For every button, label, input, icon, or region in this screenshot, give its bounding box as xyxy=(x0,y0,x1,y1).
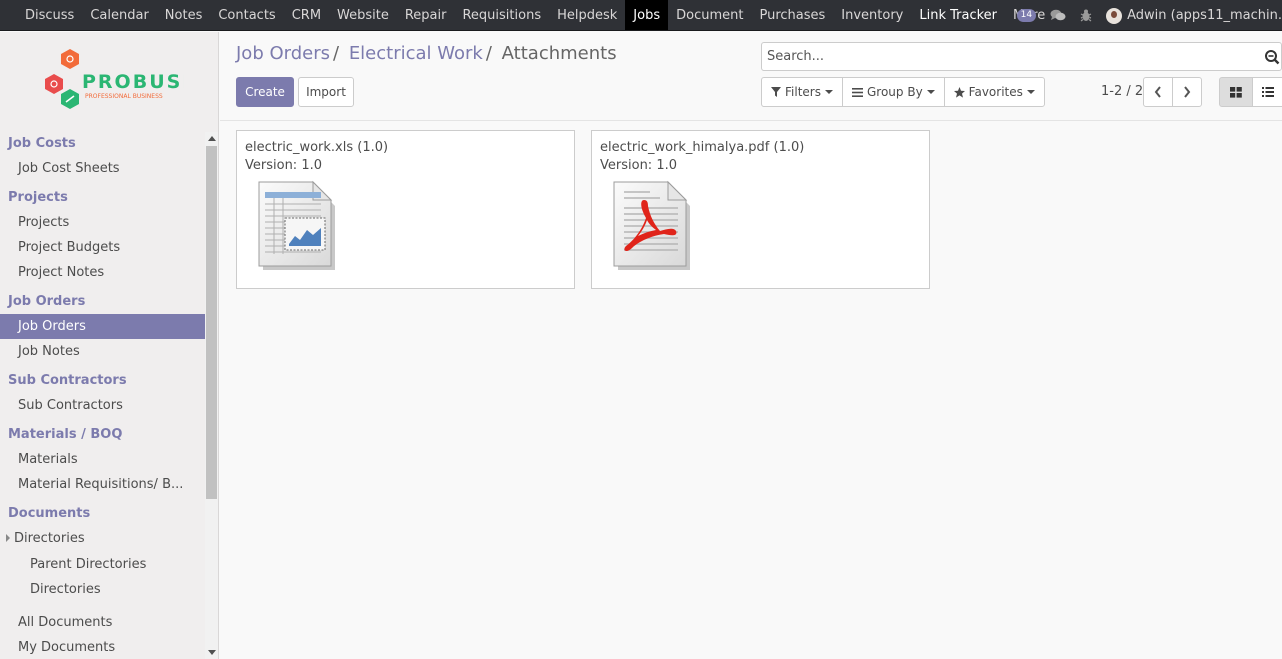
expand-arrow-icon[interactable] xyxy=(6,533,10,542)
filters-button[interactable]: Filters xyxy=(761,77,843,107)
pager-previous-button[interactable] xyxy=(1143,77,1173,107)
sidebar-scrollbar[interactable] xyxy=(205,132,218,659)
create-button[interactable]: Create xyxy=(236,77,294,107)
attachment-version: Version: 1.0 xyxy=(245,158,322,173)
kanban-view-button[interactable] xyxy=(1219,77,1253,107)
section-materials-boq: Materials / BOQ xyxy=(8,427,123,442)
sidebar-item-job-cost-sheets[interactable]: Job Cost Sheets xyxy=(0,156,205,181)
breadcrumb-separator: / xyxy=(333,43,340,64)
company-logo: PROBUSE PROFESSIONAL BUSINESS xyxy=(44,47,195,119)
top-navbar: Discuss Calendar Notes Contacts CRM Webs… xyxy=(0,0,1282,31)
breadcrumb: Job Orders / Electrical Work / Attachments xyxy=(236,43,617,64)
search-box xyxy=(761,42,1282,71)
kanban-icon xyxy=(1230,86,1242,98)
user-name: Adwin (apps11_machin. xyxy=(1127,8,1282,23)
menu-notes[interactable]: Notes xyxy=(157,0,211,30)
filter-icon xyxy=(771,87,781,97)
caret-down-icon xyxy=(824,90,833,94)
group-by-button[interactable]: Group By xyxy=(841,77,945,107)
scroll-up-icon[interactable] xyxy=(208,136,216,141)
search-icon[interactable] xyxy=(1264,49,1280,69)
list-icon xyxy=(1261,87,1274,97)
content-divider xyxy=(220,120,1282,121)
menu-repair[interactable]: Repair xyxy=(397,0,455,30)
filters-label: Filters xyxy=(785,85,821,99)
menu-document[interactable]: Document xyxy=(668,0,751,30)
favorites-label: Favorites xyxy=(968,85,1023,99)
chevron-right-icon xyxy=(1184,86,1191,98)
svg-text:PROFESSIONAL BUSINESS: PROFESSIONAL BUSINESS xyxy=(85,93,163,100)
import-button[interactable]: Import xyxy=(298,77,354,107)
menu-inventory[interactable]: Inventory xyxy=(833,0,911,30)
group-by-label: Group By xyxy=(866,85,923,99)
user-menu[interactable]: Adwin (apps11_machin. xyxy=(1106,7,1282,24)
menu-requisitions[interactable]: Requisitions xyxy=(454,0,549,30)
avatar xyxy=(1106,7,1123,24)
sidebar-item-projects[interactable]: Projects xyxy=(0,210,205,235)
scroll-thumb[interactable] xyxy=(206,146,217,499)
search-input[interactable] xyxy=(762,43,1242,70)
breadcrumb-job-orders[interactable]: Job Orders xyxy=(236,43,330,64)
attachment-card[interactable]: electric_work_himalya.pdf (1.0) Version:… xyxy=(591,130,930,289)
section-job-costs: Job Costs xyxy=(8,136,76,151)
sidebar: PROBUSE PROFESSIONAL BUSINESS Job Costs … xyxy=(0,32,219,659)
sidebar-menu: Job Costs Job Cost Sheets Projects Proje… xyxy=(0,132,205,659)
section-documents: Documents xyxy=(8,506,91,521)
svg-text:PROBUSE: PROBUSE xyxy=(82,71,184,93)
activity-menu[interactable]: 14 xyxy=(1016,9,1037,22)
chat-icon[interactable] xyxy=(1050,9,1066,22)
systray: 14 Adwin (apps11_machin. xyxy=(1016,0,1282,31)
menu-discuss[interactable]: Discuss xyxy=(17,0,82,30)
menu-link-tracker[interactable]: Link Tracker xyxy=(911,0,1005,30)
app-menu: Discuss Calendar Notes Contacts CRM Webs… xyxy=(0,0,1067,30)
attachment-name: electric_work.xls (1.0) xyxy=(245,140,389,155)
bars-icon xyxy=(851,87,863,97)
pager-value[interactable]: 1-2 / 2 xyxy=(1101,84,1143,99)
menu-crm[interactable]: CRM xyxy=(284,0,329,30)
attachment-card[interactable]: electric_work.xls (1.0) Version: 1.0 xyxy=(236,130,575,289)
attachment-version: Version: 1.0 xyxy=(600,158,677,173)
breadcrumb-attachments: Attachments xyxy=(501,43,617,64)
sidebar-item-label: Directories xyxy=(14,531,85,546)
sidebar-item-job-orders[interactable]: Job Orders xyxy=(0,314,205,339)
sidebar-item-directories[interactable]: Directories xyxy=(0,577,205,602)
chevron-left-icon xyxy=(1154,86,1161,98)
breadcrumb-separator: / xyxy=(485,43,492,64)
menu-helpdesk[interactable]: Helpdesk xyxy=(549,0,625,30)
section-job-orders: Job Orders xyxy=(8,294,86,309)
scroll-down-icon[interactable] xyxy=(208,650,216,655)
menu-purchases[interactable]: Purchases xyxy=(751,0,833,30)
sidebar-item-job-notes[interactable]: Job Notes xyxy=(0,339,205,364)
menu-jobs[interactable]: Jobs xyxy=(625,0,669,30)
search-options: Filters Group By Favorites xyxy=(761,77,1045,107)
message-count-badge: 14 xyxy=(1016,9,1037,22)
sidebar-item-all-documents[interactable]: All Documents xyxy=(0,610,205,635)
spreadsheet-file-icon xyxy=(255,178,337,276)
section-projects: Projects xyxy=(8,190,68,205)
caret-down-icon xyxy=(1026,90,1035,94)
sidebar-item-materials[interactable]: Materials xyxy=(0,447,205,472)
list-view-button[interactable] xyxy=(1252,77,1282,107)
pdf-file-icon xyxy=(610,178,692,276)
star-icon xyxy=(953,86,965,98)
pager-next-button[interactable] xyxy=(1172,77,1202,107)
favorites-button[interactable]: Favorites xyxy=(943,77,1045,107)
caret-down-icon xyxy=(926,90,935,94)
sidebar-item-material-requisitions[interactable]: Material Requisitions/ B... xyxy=(0,472,205,497)
menu-website[interactable]: Website xyxy=(329,0,397,30)
sidebar-item-my-documents[interactable]: My Documents xyxy=(0,635,205,659)
menu-contacts[interactable]: Contacts xyxy=(210,0,283,30)
attachment-name: electric_work_himalya.pdf (1.0) xyxy=(600,140,805,155)
sidebar-item-directories-tree[interactable]: Directories xyxy=(0,526,205,551)
sidebar-item-parent-directories[interactable]: Parent Directories xyxy=(0,552,205,577)
sidebar-item-project-budgets[interactable]: Project Budgets xyxy=(0,235,205,260)
breadcrumb-electrical-work[interactable]: Electrical Work xyxy=(349,43,483,64)
bug-icon[interactable] xyxy=(1080,9,1092,22)
sidebar-item-project-notes[interactable]: Project Notes xyxy=(0,260,205,285)
sidebar-item-sub-contractors[interactable]: Sub Contractors xyxy=(0,393,205,418)
section-sub-contractors: Sub Contractors xyxy=(8,373,127,388)
menu-calendar[interactable]: Calendar xyxy=(82,0,156,30)
